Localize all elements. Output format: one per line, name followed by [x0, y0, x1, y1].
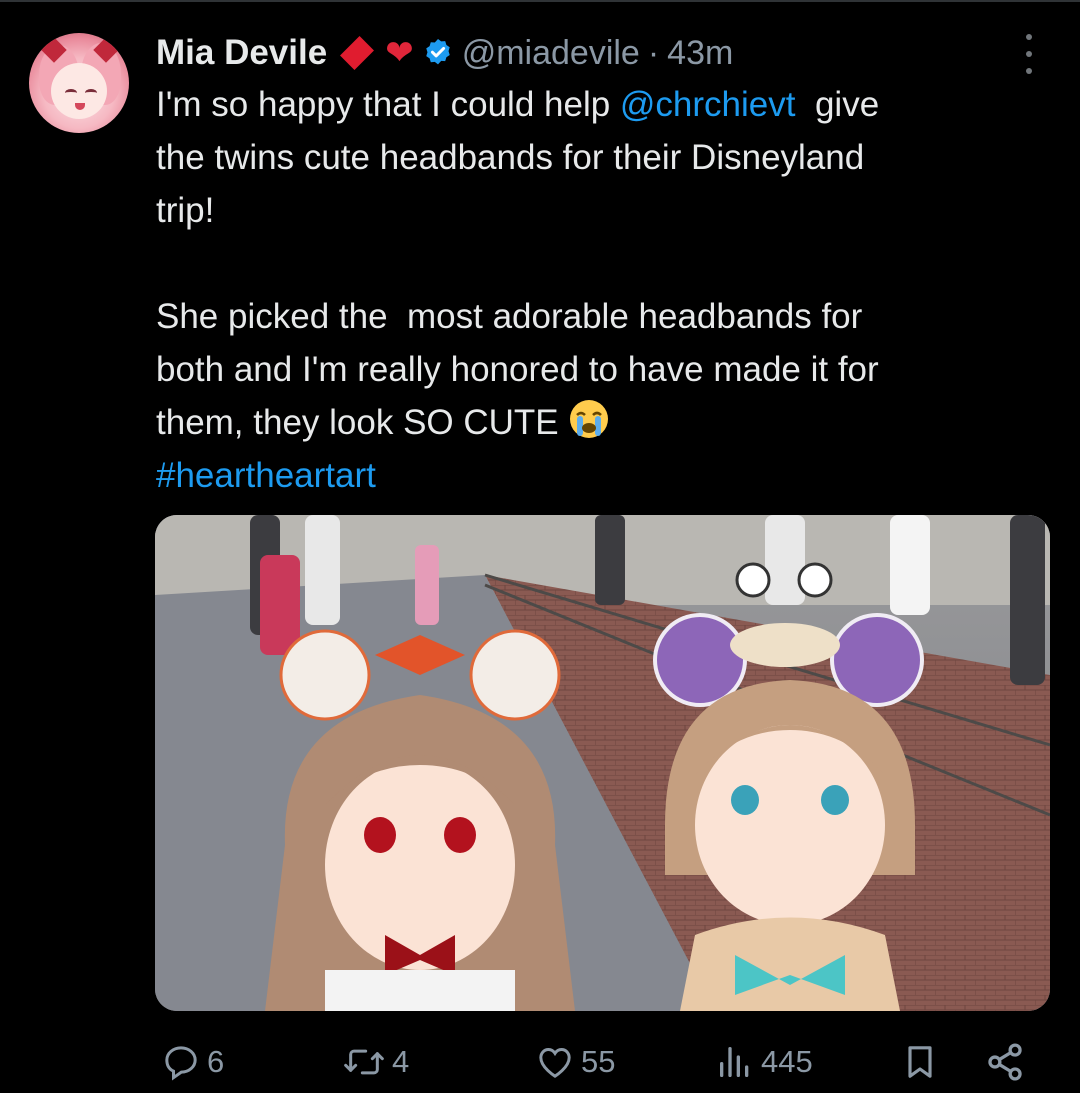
tweet-header: Mia Devile ❤ @miadevile · 43m: [156, 28, 733, 78]
views-icon: [720, 1047, 749, 1077]
tweet-line-2: the twins cute headbands for their Disne…: [156, 138, 865, 177]
tweet-line-4: She picked the most adorable headbands f…: [156, 297, 863, 336]
more-vertical-icon[interactable]: [1018, 34, 1040, 74]
share-button[interactable]: [983, 1035, 1027, 1089]
like-button[interactable]: 55: [535, 1035, 615, 1089]
like-icon: [539, 1047, 571, 1078]
avatar-face: [51, 63, 107, 119]
share-icon: [988, 1043, 1022, 1081]
right-character: [653, 562, 924, 1011]
bookmark-icon: [908, 1046, 932, 1078]
author-handle[interactable]: @miadevile: [462, 34, 640, 73]
reply-count: 6: [207, 1044, 225, 1079]
tweet-line-1-end: give: [795, 85, 880, 124]
bookmark-button[interactable]: [900, 1035, 940, 1089]
hashtag-link[interactable]: #heartheartart: [156, 456, 376, 495]
retweet-icon: [344, 1049, 384, 1075]
avatar-eye-left: [65, 89, 77, 97]
author-name[interactable]: Mia Devile: [156, 33, 327, 73]
views-count: 445: [761, 1044, 813, 1079]
tweet-media-image[interactable]: [155, 515, 1050, 1011]
tweet-line-1: I'm so happy that I could help: [156, 85, 620, 124]
retweet-count: 4: [392, 1044, 410, 1079]
media-illustration: [155, 515, 1050, 1011]
verified-badge-icon[interactable]: [422, 37, 454, 69]
tweet-line-6: them, they look SO CUTE: [156, 403, 569, 442]
heart-emoji-icon: ❤: [385, 34, 414, 72]
tweet-time[interactable]: 43m: [667, 34, 733, 73]
tweet-line-5: both and I'm really honored to have made…: [156, 350, 879, 389]
top-divider: [0, 0, 1080, 2]
reply-button[interactable]: 6: [161, 1035, 224, 1089]
diamond-emoji-icon: [340, 36, 375, 70]
mention-link[interactable]: @chrchievt: [620, 85, 796, 124]
separator-dot: ·: [647, 33, 660, 72]
tweet-line-3: trip!: [156, 191, 215, 230]
tweet-text: I'm so happy that I could help @chrchiev…: [156, 78, 1036, 502]
avatar[interactable]: [29, 33, 129, 133]
views-button[interactable]: 445: [715, 1035, 813, 1089]
avatar-eye-right: [85, 89, 97, 97]
retweet-button[interactable]: 4: [342, 1035, 409, 1089]
loudly-crying-face-emoji-icon: [568, 398, 610, 440]
like-count: 55: [581, 1044, 616, 1079]
tweet-actions: 6 4 55 445: [0, 1035, 1080, 1089]
reply-icon: [165, 1046, 197, 1081]
